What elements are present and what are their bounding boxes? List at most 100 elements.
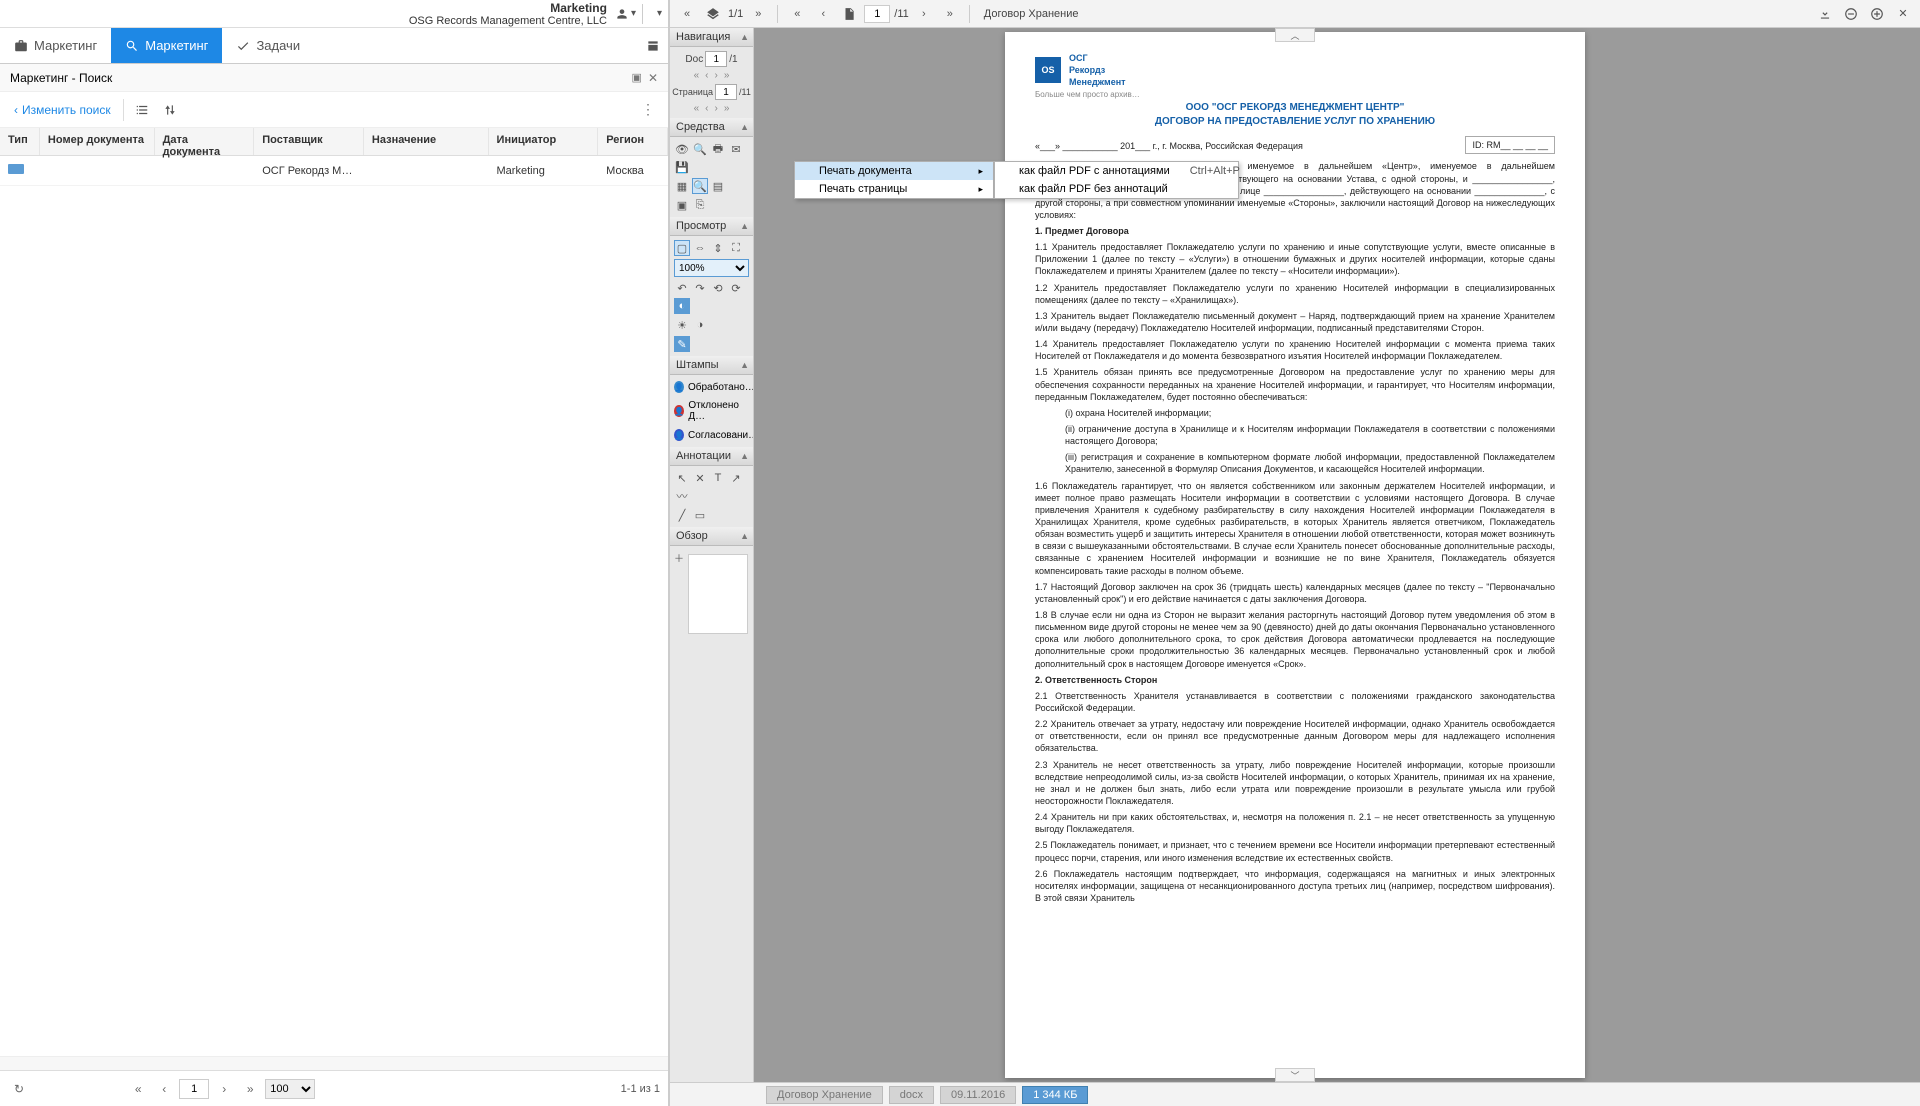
zoom-select[interactable]: 100% bbox=[674, 259, 749, 277]
prev-page-button[interactable]: ‹ bbox=[153, 1078, 175, 1100]
tool-copy[interactable]: ⎘ bbox=[692, 197, 708, 213]
brightness[interactable]: ☀ bbox=[674, 317, 690, 333]
annot-delete[interactable]: ✕ bbox=[692, 470, 708, 486]
view-section-header[interactable]: Просмотр▲ bbox=[670, 217, 753, 236]
tab-marketing-search[interactable]: Маркетинг bbox=[111, 28, 222, 63]
tool-print[interactable]: 🖶 bbox=[710, 141, 726, 157]
nav-prev[interactable]: ‹ bbox=[703, 70, 710, 81]
menu-pdf-without-annot[interactable]: как файл PDF без аннотаций bbox=[995, 180, 1238, 198]
col-supplier[interactable]: Поставщик bbox=[254, 128, 364, 155]
tool-save[interactable]: 💾 bbox=[674, 159, 690, 175]
annot-arrow[interactable]: ╱ bbox=[674, 507, 690, 523]
invert[interactable]: ◐ bbox=[674, 298, 690, 314]
next-page-button[interactable]: › bbox=[213, 1078, 235, 1100]
tool-overlap[interactable]: ▣ bbox=[674, 197, 690, 213]
nav-p-next[interactable]: › bbox=[713, 103, 720, 114]
col-type[interactable]: Тип bbox=[0, 128, 40, 155]
view-fit-w[interactable]: ⇔ bbox=[692, 240, 708, 256]
col-initiator[interactable]: Инициатор bbox=[489, 128, 599, 155]
next-page-btn[interactable]: › bbox=[913, 3, 935, 25]
app-menu[interactable]: ▾ bbox=[657, 8, 662, 19]
next-doc-button[interactable]: » bbox=[747, 3, 769, 25]
layers-button[interactable] bbox=[702, 3, 724, 25]
user-menu[interactable]: ▾ bbox=[615, 7, 636, 21]
first-page-btn[interactable]: « bbox=[786, 3, 808, 25]
list-icon bbox=[135, 103, 149, 117]
nav-last[interactable]: » bbox=[722, 70, 732, 81]
nav-p-last[interactable]: » bbox=[722, 103, 732, 114]
stamp-approved[interactable]: 👤 Согласовани… bbox=[674, 427, 749, 443]
view-single[interactable]: ▢ bbox=[674, 240, 690, 256]
flip-h[interactable]: ⟲ bbox=[710, 280, 726, 296]
first-page-button[interactable]: « bbox=[127, 1078, 149, 1100]
menu-pdf-with-annot[interactable]: как файл PDF с аннотациями Ctrl+Alt+P bbox=[995, 162, 1238, 180]
sort-button[interactable] bbox=[156, 96, 184, 124]
tool-grid[interactable]: ▦ bbox=[674, 178, 690, 194]
new-window-button[interactable] bbox=[638, 28, 668, 63]
flip-v[interactable]: ⟳ bbox=[728, 280, 744, 296]
viewer-page-input[interactable] bbox=[864, 5, 890, 23]
col-purpose[interactable]: Назначение bbox=[364, 128, 489, 155]
tool-search[interactable]: 🔍 bbox=[692, 178, 708, 194]
expand-top-button[interactable]: ︿ bbox=[1275, 28, 1315, 42]
tab-tasks[interactable]: Задачи bbox=[222, 28, 314, 63]
col-doc-num[interactable]: Номер документа bbox=[40, 128, 155, 155]
nav-p-first[interactable]: « bbox=[692, 103, 702, 114]
expand-bottom-button[interactable]: ﹀ bbox=[1275, 1068, 1315, 1082]
view-fullpage[interactable]: ⛶ bbox=[728, 240, 744, 256]
page-input[interactable] bbox=[179, 1079, 209, 1099]
tool-zoom[interactable]: 🔍 bbox=[692, 141, 708, 157]
nav-section-header[interactable]: Навигация▲ bbox=[670, 28, 753, 47]
add-thumb-button[interactable]: ＋ bbox=[674, 550, 684, 565]
last-page-btn[interactable]: » bbox=[939, 3, 961, 25]
annot-rect[interactable]: ▭ bbox=[692, 507, 708, 523]
close-button[interactable]: ✕ bbox=[648, 71, 658, 85]
page-thumbnail[interactable] bbox=[688, 554, 748, 634]
annot-section-header[interactable]: Аннотации▲ bbox=[670, 447, 753, 466]
perpage-select[interactable]: 100 bbox=[265, 1079, 315, 1099]
close-viewer-button[interactable]: ✕ bbox=[1892, 3, 1914, 25]
table-row[interactable]: ОСГ Рекордз Менедж… Marketing Москва bbox=[0, 156, 668, 186]
annot-line[interactable]: ↗ bbox=[728, 470, 744, 486]
stamps-section-header[interactable]: Штампы▲ bbox=[670, 356, 753, 375]
menu-print-doc[interactable]: Печать документа ▸ bbox=[795, 162, 993, 180]
prev-page-btn[interactable]: ‹ bbox=[812, 3, 834, 25]
annot-text[interactable]: T bbox=[710, 470, 726, 486]
annot-pen[interactable]: 〰 bbox=[674, 488, 690, 504]
nav-page-input[interactable] bbox=[715, 84, 737, 100]
nav-doc-input[interactable] bbox=[705, 51, 727, 67]
maximize-button[interactable]: ▣ bbox=[632, 71, 642, 85]
col-region[interactable]: Регион bbox=[598, 128, 668, 155]
menu-print-page[interactable]: Печать страницы ▸ bbox=[795, 180, 993, 198]
stamp-rejected[interactable]: 👤 Отклонено Д… bbox=[674, 398, 749, 424]
edit-search-button[interactable]: ‹ Изменить поиск bbox=[6, 99, 119, 121]
col-doc-date[interactable]: Дата документа bbox=[155, 128, 255, 155]
table-header: Тип Номер документа Дата документа Поста… bbox=[0, 128, 668, 156]
overview-section-header[interactable]: Обзор▲ bbox=[670, 527, 753, 546]
more-button[interactable]: ⋮ bbox=[634, 96, 662, 124]
nav-first[interactable]: « bbox=[692, 70, 702, 81]
tool-menu[interactable]: ▤ bbox=[710, 178, 726, 194]
refresh-button[interactable]: ↻ bbox=[8, 1078, 30, 1100]
zoom-in-button[interactable] bbox=[1866, 3, 1888, 25]
rotate-left[interactable]: ↶ bbox=[674, 280, 690, 296]
zoom-out-button[interactable] bbox=[1840, 3, 1862, 25]
tool-show-annot[interactable]: 👁 bbox=[674, 141, 690, 157]
view-fit-h[interactable]: ⇕ bbox=[710, 240, 726, 256]
tools-section-header[interactable]: Средства▲ bbox=[670, 118, 753, 137]
tool-mail[interactable]: ✉ bbox=[728, 141, 744, 157]
page-icon-btn[interactable] bbox=[838, 3, 860, 25]
edit-tool[interactable]: ✎ bbox=[674, 336, 690, 352]
nav-p-prev[interactable]: ‹ bbox=[703, 103, 710, 114]
nav-next[interactable]: › bbox=[713, 70, 720, 81]
download-button[interactable] bbox=[1814, 3, 1836, 25]
list-view-button[interactable] bbox=[128, 96, 156, 124]
annot-pointer[interactable]: ↖ bbox=[674, 470, 690, 486]
last-page-button[interactable]: » bbox=[239, 1078, 261, 1100]
contrast[interactable]: ◑ bbox=[692, 317, 708, 333]
stamp-processed[interactable]: 👤 Обработано… bbox=[674, 379, 749, 395]
document-scroll[interactable]: Печать документа ▸ Печать страницы ▸ как… bbox=[754, 28, 1836, 1082]
tab-marketing-home[interactable]: Маркетинг bbox=[0, 28, 111, 63]
rotate-right[interactable]: ↷ bbox=[692, 280, 708, 296]
prev-doc-button[interactable]: « bbox=[676, 3, 698, 25]
